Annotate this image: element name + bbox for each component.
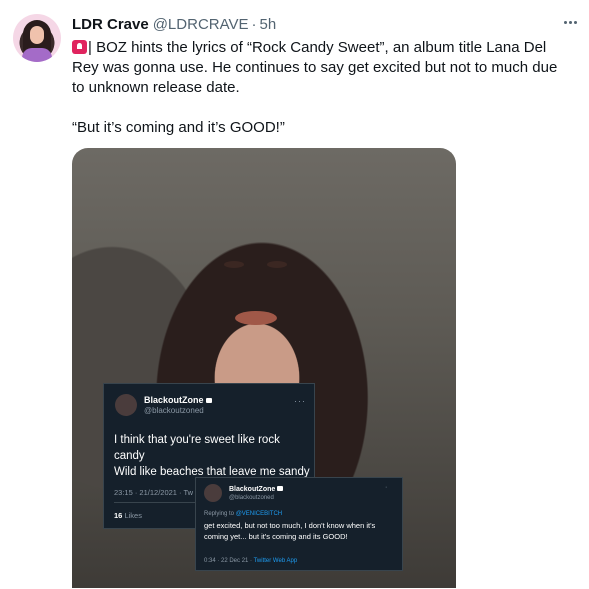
avatar[interactable] [13,14,61,62]
embedded-replying: Replying to @VENICEBITCH [204,511,282,517]
replying-prefix: Replying to [204,511,235,517]
tweet-body-line1: | BOZ hints the lyrics of “Rock Candy Sw… [72,39,558,96]
embedded-more-icon: · [385,484,389,491]
tweet[interactable]: LDR Crave @LDRCRAVE · 5h | BOZ hints the… [0,0,589,589]
embedded-meta-source: Twitter Web App [253,558,298,564]
user-handle[interactable]: @LDRCRAVE [153,16,249,33]
embedded-meta: 23:15 · 21/12/2021 · Tw [114,488,194,497]
tweet-quote-line: “But it’s coming and it’s GOOD!” [72,119,285,136]
embedded-handle: @blackoutzoned [144,406,204,415]
embedded-meta-time: 0:34 · 22 Dec 21 · [204,558,253,564]
avatar-face [30,26,44,44]
embedded-avatar [115,394,137,416]
lock-icon [277,486,284,491]
likes-count: 16 [114,511,123,520]
photo-lips [235,311,277,325]
embedded-more-icon: ··· [294,396,306,406]
embedded-meta: 0:34 · 22 Dec 21 · Twitter Web App [204,558,297,564]
embedded-text: I think that you're sweet like rock cand… [114,432,312,480]
police-light-emoji [72,40,87,54]
photo-eye-right [267,261,287,268]
more-dot [573,20,577,24]
embedded-text: get excited, but not too much, I don't k… [204,521,376,541]
embedded-name: BlackoutZone [144,395,212,405]
lock-icon [205,398,212,403]
embedded-likes: 16 Likes [114,511,142,520]
tweet-text-paragraph: | BOZ hints the lyrics of “Rock Candy Sw… [72,38,572,98]
embedded-tweet-card-2: BlackoutZone @blackoutzoned · Replying t… [195,477,403,571]
embedded-avatar [204,484,222,502]
display-name[interactable]: LDR Crave [72,16,149,33]
embedded-name-text: BlackoutZone [229,486,276,493]
photo-eye-left [224,261,244,268]
more-icon[interactable] [558,12,582,32]
embedded-handle: @blackoutzoned [229,495,274,501]
likes-label: Likes [124,511,142,520]
embedded-text-line: I think that you're sweet like rock [114,434,280,446]
embedded-name-text: BlackoutZone [144,395,204,405]
more-dot [563,20,567,24]
timestamp[interactable]: 5h [260,16,277,33]
avatar-body [22,48,52,62]
more-dot [568,20,572,24]
tweet-text: | BOZ hints the lyrics of “Rock Candy Sw… [72,38,572,138]
tweet-header: LDR Crave @LDRCRAVE · 5h [72,14,276,34]
embedded-name: BlackoutZone [229,486,284,493]
replying-to-handle: @VENICEBITCH [235,511,283,517]
separator-dot: · [251,15,257,33]
embedded-text-line: candy [114,450,145,462]
